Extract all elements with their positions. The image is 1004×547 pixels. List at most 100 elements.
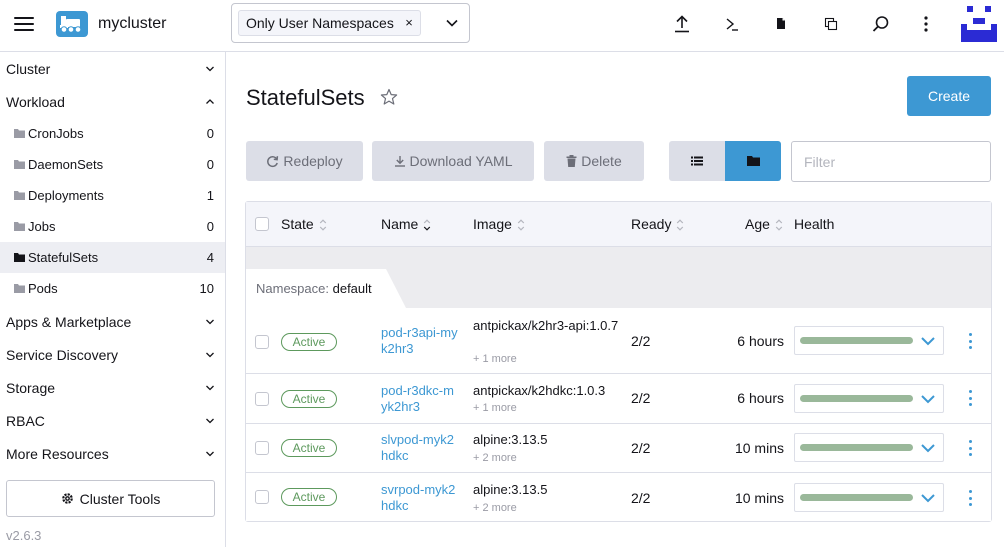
statefulset-name-link[interactable]: pod-r3dkc-myk2hr3 — [381, 383, 459, 415]
page-title: StatefulSets — [246, 85, 365, 110]
status-badge: Active — [281, 333, 337, 351]
folder-icon — [14, 160, 25, 169]
user-avatar[interactable] — [961, 6, 997, 42]
redeploy-button[interactable]: Redeploy — [246, 141, 363, 181]
row-actions-icon[interactable] — [966, 490, 974, 506]
ready-value: 2/2 — [631, 390, 651, 406]
statefulset-name-link[interactable]: slvpod-myk2hdkc — [381, 432, 459, 464]
health-indicator[interactable] — [794, 326, 944, 355]
cluster-tools-label: Cluster Tools — [79, 490, 161, 507]
image-more-link[interactable]: + 1 more — [473, 353, 517, 365]
upload-icon[interactable] — [672, 14, 692, 34]
sidebar-group-workload[interactable]: Workload — [0, 85, 225, 118]
namespace-group-label: Namespace: default — [256, 281, 372, 297]
row-checkbox[interactable] — [255, 490, 269, 504]
sidebar-group-label: Storage — [6, 380, 56, 396]
status-badge: Active — [281, 488, 337, 506]
sidebar-item-statefulsets[interactable]: StatefulSets 4 — [0, 242, 225, 273]
chevron-down-icon — [206, 451, 214, 457]
column-header-image[interactable]: Image — [473, 216, 525, 233]
folder-icon — [14, 191, 25, 200]
row-actions-icon[interactable] — [966, 333, 974, 349]
namespace-group-row: Namespace: default — [246, 247, 991, 308]
sidebar-group-storage[interactable]: Storage — [0, 371, 225, 404]
chevron-down-icon[interactable] — [445, 16, 459, 30]
group-by-namespace-button[interactable] — [725, 141, 781, 181]
image-value: antpickax/k2hr3-api:1.0.7 — [473, 318, 619, 333]
health-indicator[interactable] — [794, 483, 944, 512]
cluster-icon[interactable] — [56, 11, 88, 37]
sidebar-item-count: 4 — [206, 250, 214, 265]
chevron-down-icon — [921, 337, 935, 346]
chip-remove-icon[interactable]: × — [405, 11, 413, 35]
sort-icon — [775, 218, 783, 231]
copy-config-icon[interactable] — [821, 14, 841, 34]
column-header-name[interactable]: Name — [381, 216, 431, 233]
search-icon[interactable] — [871, 14, 891, 34]
image-value: alpine:3.13.5 — [473, 432, 548, 447]
sidebar-item-jobs[interactable]: Jobs 0 — [0, 211, 225, 242]
image-more-link[interactable]: + 1 more — [473, 402, 517, 414]
row-checkbox[interactable] — [255, 392, 269, 406]
sort-icon — [319, 218, 326, 231]
sidebar-group-apps[interactable]: Apps & Marketplace — [0, 305, 225, 338]
chevron-down-icon — [206, 352, 214, 358]
namespace-filter[interactable]: Only User Namespaces × — [231, 3, 470, 43]
column-header-age[interactable]: Age — [745, 216, 783, 233]
sidebar-group-cluster[interactable]: Cluster — [0, 52, 225, 85]
row-actions-icon[interactable] — [966, 390, 974, 406]
more-vertical-icon[interactable] — [916, 14, 936, 34]
sidebar-item-cronjobs[interactable]: CronJobs 0 — [0, 118, 225, 149]
image-more-link[interactable]: + 2 more — [473, 502, 517, 514]
image-value: antpickax/k2hdkc:1.0.3 — [473, 383, 606, 398]
health-indicator[interactable] — [794, 433, 944, 462]
sidebar-item-pods[interactable]: Pods 10 — [0, 273, 225, 304]
ready-value: 2/2 — [631, 440, 651, 456]
sidebar-group-label: More Resources — [6, 446, 109, 462]
row-checkbox[interactable] — [255, 441, 269, 455]
sidebar-group-rbac[interactable]: RBAC — [0, 404, 225, 437]
health-bar — [800, 337, 913, 344]
row-actions-icon[interactable] — [966, 440, 974, 456]
statefulset-name-link[interactable]: pod-r3api-myk2hr3 — [381, 325, 459, 357]
star-icon[interactable] — [380, 88, 398, 106]
sidebar-item-label: Pods — [28, 281, 58, 296]
column-header-state[interactable]: State — [281, 216, 327, 233]
column-header-ready[interactable]: Ready — [631, 216, 684, 233]
table-header: State Name Image Ready Age Health — [246, 202, 991, 247]
ready-value: 2/2 — [631, 333, 651, 349]
kubeconfig-file-icon[interactable] — [771, 14, 791, 34]
sidebar-group-service-discovery[interactable]: Service Discovery — [0, 338, 225, 371]
sidebar-item-daemonsets[interactable]: DaemonSets 0 — [0, 149, 225, 180]
create-button[interactable]: Create — [907, 76, 991, 116]
sidebar-item-label: DaemonSets — [28, 157, 104, 172]
select-all-checkbox[interactable] — [255, 217, 269, 231]
chevron-down-icon — [206, 319, 214, 325]
sidebar-item-deployments[interactable]: Deployments 1 — [0, 180, 225, 211]
sidebar-item-count: 1 — [206, 188, 214, 203]
menu-icon[interactable] — [14, 16, 34, 32]
health-indicator[interactable] — [794, 384, 944, 413]
table-row: Active slvpod-myk2hdkc alpine:3.13.5 + 2… — [246, 424, 991, 473]
sort-icon — [517, 218, 525, 231]
sort-icon — [424, 218, 431, 231]
flat-list-view-button[interactable] — [669, 141, 725, 181]
kubectl-shell-icon[interactable] — [722, 14, 742, 34]
sidebar-item-count: 0 — [206, 126, 214, 141]
chevron-down-icon — [921, 444, 935, 453]
image-more-link[interactable]: + 2 more — [473, 452, 517, 464]
download-yaml-button[interactable]: Download YAML — [372, 141, 534, 181]
sidebar-group-more-resources[interactable]: More Resources — [0, 437, 225, 470]
column-header-health: Health — [794, 216, 834, 233]
statefulset-name-link[interactable]: svrpod-myk2hdkc — [381, 482, 459, 514]
cluster-tools-button[interactable]: Cluster Tools — [6, 480, 215, 517]
row-checkbox[interactable] — [255, 335, 269, 349]
version-label: v2.6.3 — [6, 528, 42, 543]
refresh-icon — [267, 155, 279, 167]
filter-input[interactable] — [791, 141, 991, 182]
delete-button[interactable]: Delete — [544, 141, 644, 181]
sidebar-item-label: StatefulSets — [28, 250, 99, 265]
health-bar — [800, 444, 913, 451]
folder-icon — [746, 156, 760, 166]
age-value: 6 hours — [737, 390, 784, 406]
